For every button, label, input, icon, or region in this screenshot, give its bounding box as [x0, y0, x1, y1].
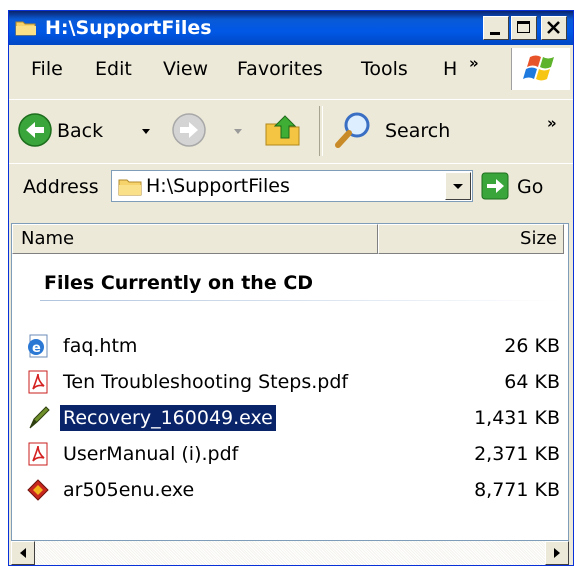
menu-tools[interactable]: Tools [361, 58, 408, 80]
up-folder-button[interactable] [259, 106, 307, 154]
file-list-view[interactable]: Name Size Files Currently on the CD e fa… [11, 223, 569, 541]
file-row[interactable]: e faq.htm 26 KB [22, 330, 562, 362]
file-row-selected[interactable]: Recovery_160049.exe 1,431 KB [22, 402, 562, 434]
scroll-right-button[interactable] [545, 541, 569, 565]
maximize-button[interactable] [511, 16, 537, 40]
menu-edit[interactable]: Edit [95, 58, 132, 80]
address-value: H:\SupportFiles [146, 175, 290, 197]
file-name: Ten Troubleshooting Steps.pdf [63, 371, 349, 393]
forward-dropdown-icon [234, 129, 242, 134]
file-name: faq.htm [63, 335, 138, 357]
menu-file[interactable]: File [31, 58, 63, 80]
windows-flag-icon [523, 55, 554, 81]
close-button[interactable] [541, 16, 567, 40]
scrollbar-track[interactable] [35, 541, 545, 565]
folder-icon [15, 21, 36, 36]
column-header-name[interactable]: Name [12, 224, 378, 254]
chevron-right-icon [554, 548, 560, 558]
scroll-left-button[interactable] [11, 541, 35, 565]
close-icon [547, 21, 560, 34]
chevron-left-icon [20, 548, 26, 558]
executable-pen-icon [29, 406, 50, 429]
html-document-icon: e [28, 334, 48, 358]
forward-arrow-icon [172, 113, 206, 147]
file-size: 64 KB [504, 371, 560, 393]
go-label: Go [517, 176, 544, 198]
forward-button[interactable] [167, 106, 247, 154]
pdf-icon [28, 442, 48, 466]
folder-icon [118, 179, 142, 196]
back-button[interactable]: Back [13, 106, 153, 154]
chevron-down-icon [453, 184, 463, 189]
menu-bar: File Edit View Favorites Tools H » [9, 48, 509, 88]
group-divider [40, 300, 560, 301]
folder-up-icon [265, 115, 300, 146]
minimize-icon [490, 32, 500, 35]
menu-overflow-chevron[interactable]: » [469, 54, 479, 72]
window-title: H:\SupportFiles [45, 17, 212, 39]
address-field[interactable]: H:\SupportFiles [111, 170, 473, 202]
address-dropdown-button[interactable] [445, 172, 471, 200]
back-arrow-icon [18, 113, 52, 147]
file-row[interactable]: UserManual (i).pdf 2,371 KB [22, 438, 562, 470]
menu-view[interactable]: View [163, 58, 208, 80]
pdf-icon [28, 370, 48, 394]
explorer-window: H:\SupportFiles File Edit View Favorites… [8, 10, 574, 566]
svg-text:e: e [32, 341, 41, 356]
minimize-button[interactable] [483, 16, 509, 40]
group-header: Files Currently on the CD [44, 272, 314, 294]
address-label: Address [23, 176, 99, 198]
file-size: 26 KB [504, 335, 560, 357]
column-header-size[interactable]: Size [378, 224, 564, 254]
go-arrow-icon [481, 172, 509, 200]
file-name: UserManual (i).pdf [63, 443, 239, 465]
horizontal-scrollbar[interactable] [11, 541, 569, 565]
title-bar[interactable]: H:\SupportFiles [9, 11, 573, 45]
search-label: Search [385, 120, 451, 142]
file-name: ar505enu.exe [63, 479, 195, 501]
file-row[interactable]: Ten Troubleshooting Steps.pdf 64 KB [22, 366, 562, 398]
file-size: 8,771 KB [474, 479, 560, 501]
installer-icon [27, 479, 49, 501]
file-name: Recovery_160049.exe [60, 405, 276, 431]
back-dropdown-icon [142, 129, 150, 134]
menu-help[interactable]: H [443, 58, 457, 80]
windows-logo [511, 48, 570, 90]
address-bar: Address H:\SupportFiles Go [9, 163, 573, 208]
standard-toolbar: Back Search » [9, 99, 573, 160]
maximize-icon [517, 21, 530, 33]
file-row[interactable]: ar505enu.exe 8,771 KB [22, 474, 562, 506]
toolbar-overflow-chevron[interactable]: » [547, 114, 557, 132]
toolbar-separator [319, 106, 323, 156]
file-size: 1,431 KB [474, 407, 560, 429]
search-button[interactable]: Search [329, 106, 469, 154]
search-magnifier-icon [335, 112, 370, 148]
go-button[interactable]: Go [481, 170, 565, 202]
back-label: Back [57, 120, 104, 142]
file-size: 2,371 KB [474, 443, 560, 465]
menu-favorites[interactable]: Favorites [237, 58, 323, 80]
